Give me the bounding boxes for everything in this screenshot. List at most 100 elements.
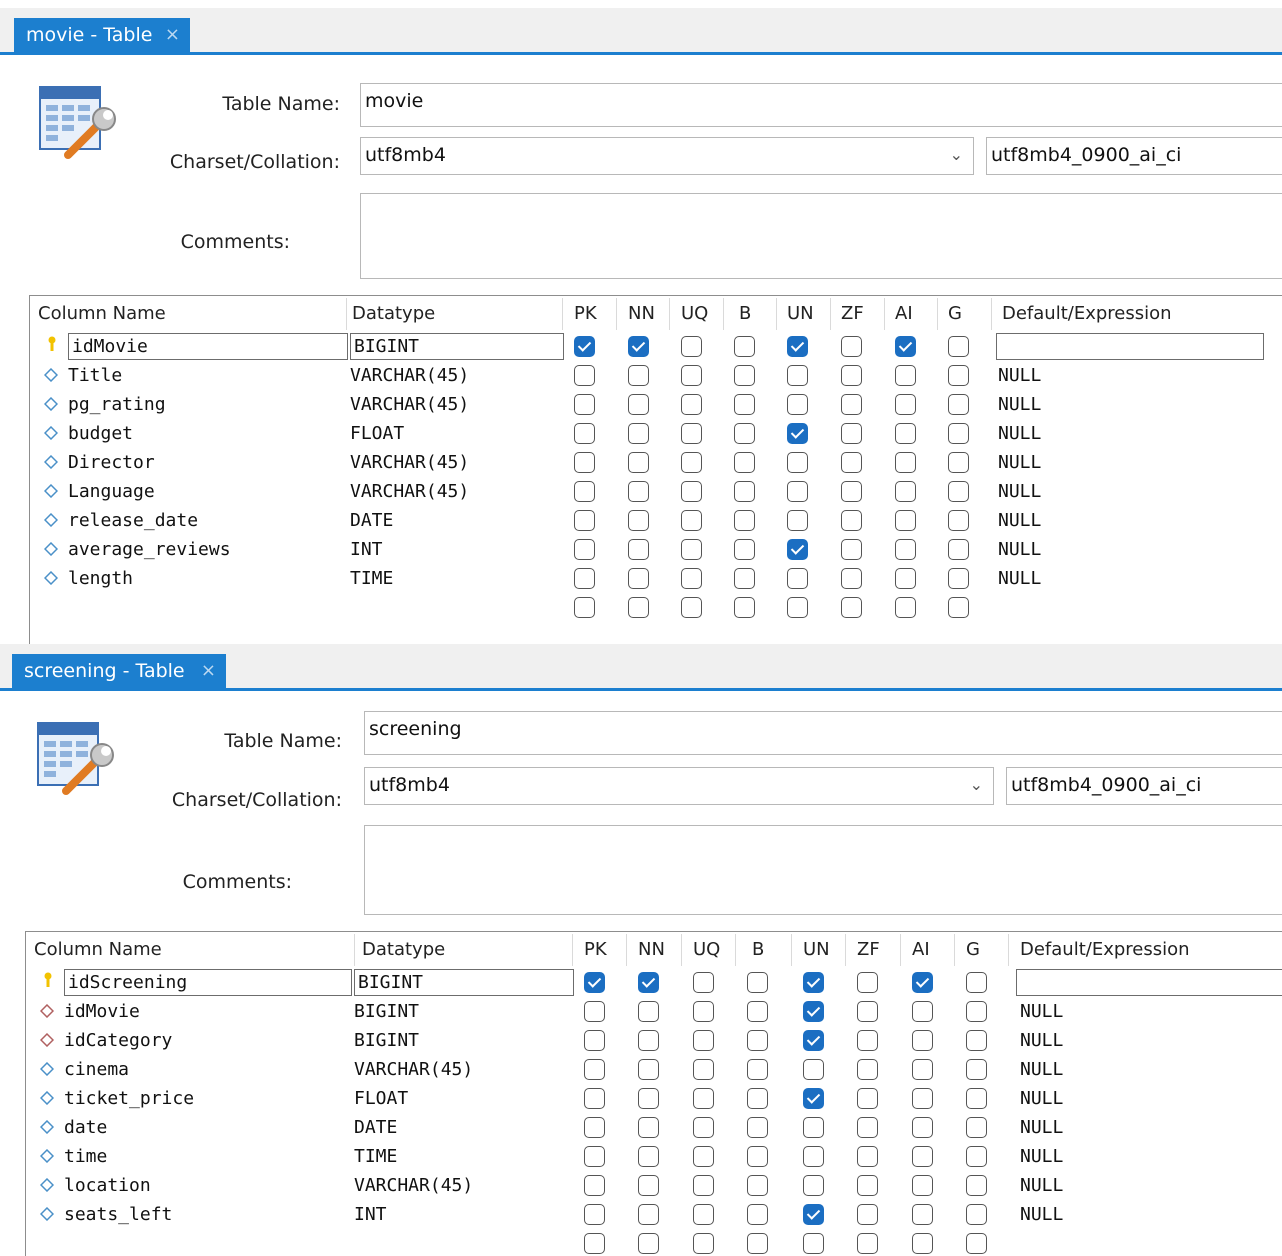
ai-checkbox[interactable] xyxy=(895,336,916,357)
header-g[interactable]: G xyxy=(958,932,980,968)
zf-checkbox[interactable] xyxy=(841,597,862,618)
g-checkbox[interactable] xyxy=(948,510,969,531)
default-expression-cell[interactable]: NULL xyxy=(998,448,1041,477)
table-row[interactable]: location VARCHAR(45) NULL xyxy=(26,1171,1282,1200)
tab-screening-table[interactable]: screening - Table × xyxy=(12,654,226,690)
table-row[interactable]: ticket_price FLOAT NULL xyxy=(26,1084,1282,1113)
un-checkbox[interactable] xyxy=(803,1204,824,1225)
b-checkbox[interactable] xyxy=(734,481,755,502)
zf-checkbox[interactable] xyxy=(841,510,862,531)
b-checkbox[interactable] xyxy=(747,1175,768,1196)
b-checkbox[interactable] xyxy=(747,1204,768,1225)
datatype-cell[interactable]: VARCHAR(45) xyxy=(354,1055,473,1084)
un-checkbox[interactable] xyxy=(787,568,808,589)
uq-checkbox[interactable] xyxy=(681,452,702,473)
column-name-cell[interactable]: time xyxy=(64,1142,107,1171)
uq-checkbox[interactable] xyxy=(693,1059,714,1080)
nn-checkbox[interactable] xyxy=(628,423,649,444)
column-name-cell[interactable]: idMovie xyxy=(68,333,348,360)
pk-checkbox[interactable] xyxy=(574,481,595,502)
collation-select[interactable]: utf8mb4_0900_ai_ci xyxy=(986,137,1282,175)
un-checkbox[interactable] xyxy=(787,481,808,502)
charset-select[interactable]: utf8mb4 ⌄ xyxy=(364,767,994,805)
header-column-name[interactable]: Column Name xyxy=(26,932,162,968)
table-row[interactable]: budget FLOAT NULL xyxy=(30,419,1282,448)
ai-checkbox[interactable] xyxy=(895,510,916,531)
pk-checkbox[interactable] xyxy=(584,1030,605,1051)
ai-checkbox[interactable] xyxy=(912,1088,933,1109)
b-checkbox[interactable] xyxy=(734,597,755,618)
g-checkbox[interactable] xyxy=(948,597,969,618)
default-expression-cell[interactable]: NULL xyxy=(1020,997,1063,1026)
default-expression-cell[interactable]: NULL xyxy=(998,506,1041,535)
g-checkbox[interactable] xyxy=(966,1146,987,1167)
header-g[interactable]: G xyxy=(940,296,962,332)
column-name-cell[interactable]: Language xyxy=(68,477,155,506)
default-expression-cell[interactable]: NULL xyxy=(998,477,1041,506)
uq-checkbox[interactable] xyxy=(693,1146,714,1167)
table-name-input[interactable]: movie xyxy=(360,83,1282,127)
table-row[interactable]: idScreening BIGINT xyxy=(26,968,1282,997)
pk-checkbox[interactable] xyxy=(574,539,595,560)
ai-checkbox[interactable] xyxy=(912,1001,933,1022)
pk-checkbox[interactable] xyxy=(574,423,595,444)
pk-checkbox[interactable] xyxy=(584,1204,605,1225)
header-zf[interactable]: ZF xyxy=(849,932,880,968)
un-checkbox[interactable] xyxy=(803,1059,824,1080)
zf-checkbox[interactable] xyxy=(841,394,862,415)
header-datatype[interactable]: Datatype xyxy=(344,296,435,332)
default-expression-cell[interactable]: NULL xyxy=(998,535,1041,564)
ai-checkbox[interactable] xyxy=(895,365,916,386)
column-name-cell[interactable]: ticket_price xyxy=(64,1084,194,1113)
b-checkbox[interactable] xyxy=(734,452,755,473)
header-column-name[interactable]: Column Name xyxy=(30,296,166,332)
datatype-cell[interactable]: VARCHAR(45) xyxy=(350,477,469,506)
zf-checkbox[interactable] xyxy=(857,972,878,993)
datatype-cell[interactable]: FLOAT xyxy=(354,1084,408,1113)
pk-checkbox[interactable] xyxy=(574,452,595,473)
b-checkbox[interactable] xyxy=(734,336,755,357)
zf-checkbox[interactable] xyxy=(841,568,862,589)
table-row[interactable]: length TIME NULL xyxy=(30,564,1282,593)
b-checkbox[interactable] xyxy=(747,1088,768,1109)
table-name-input[interactable]: screening xyxy=(364,711,1282,755)
ai-checkbox[interactable] xyxy=(912,1204,933,1225)
uq-checkbox[interactable] xyxy=(681,423,702,444)
datatype-cell[interactable]: INT xyxy=(350,535,383,564)
nn-checkbox[interactable] xyxy=(628,336,649,357)
pk-checkbox[interactable] xyxy=(584,972,605,993)
ai-checkbox[interactable] xyxy=(912,1030,933,1051)
pk-checkbox[interactable] xyxy=(584,1088,605,1109)
nn-checkbox[interactable] xyxy=(628,452,649,473)
uq-checkbox[interactable] xyxy=(693,1117,714,1138)
g-checkbox[interactable] xyxy=(966,1117,987,1138)
un-checkbox[interactable] xyxy=(787,539,808,560)
un-checkbox[interactable] xyxy=(787,452,808,473)
default-expression-cell[interactable]: NULL xyxy=(998,361,1041,390)
zf-checkbox[interactable] xyxy=(857,1204,878,1225)
header-zf[interactable]: ZF xyxy=(833,296,864,332)
g-checkbox[interactable] xyxy=(948,394,969,415)
nn-checkbox[interactable] xyxy=(628,597,649,618)
zf-checkbox[interactable] xyxy=(857,1117,878,1138)
header-pk[interactable]: PK xyxy=(566,296,597,332)
g-checkbox[interactable] xyxy=(966,1088,987,1109)
default-expression-cell[interactable]: NULL xyxy=(1020,1171,1063,1200)
ai-checkbox[interactable] xyxy=(895,568,916,589)
ai-checkbox[interactable] xyxy=(895,423,916,444)
zf-checkbox[interactable] xyxy=(841,365,862,386)
g-checkbox[interactable] xyxy=(948,539,969,560)
uq-checkbox[interactable] xyxy=(681,336,702,357)
close-icon[interactable]: × xyxy=(165,18,180,52)
pk-checkbox[interactable] xyxy=(584,1233,605,1254)
zf-checkbox[interactable] xyxy=(841,336,862,357)
datatype-cell[interactable]: VARCHAR(45) xyxy=(350,448,469,477)
pk-checkbox[interactable] xyxy=(584,1146,605,1167)
pk-checkbox[interactable] xyxy=(584,1001,605,1022)
pk-checkbox[interactable] xyxy=(584,1117,605,1138)
table-row[interactable]: idMovie BIGINT xyxy=(30,332,1282,361)
datatype-cell[interactable]: BIGINT xyxy=(354,969,574,996)
header-nn[interactable]: NN xyxy=(620,296,655,332)
default-expression-cell[interactable]: NULL xyxy=(1020,1055,1063,1084)
nn-checkbox[interactable] xyxy=(628,481,649,502)
